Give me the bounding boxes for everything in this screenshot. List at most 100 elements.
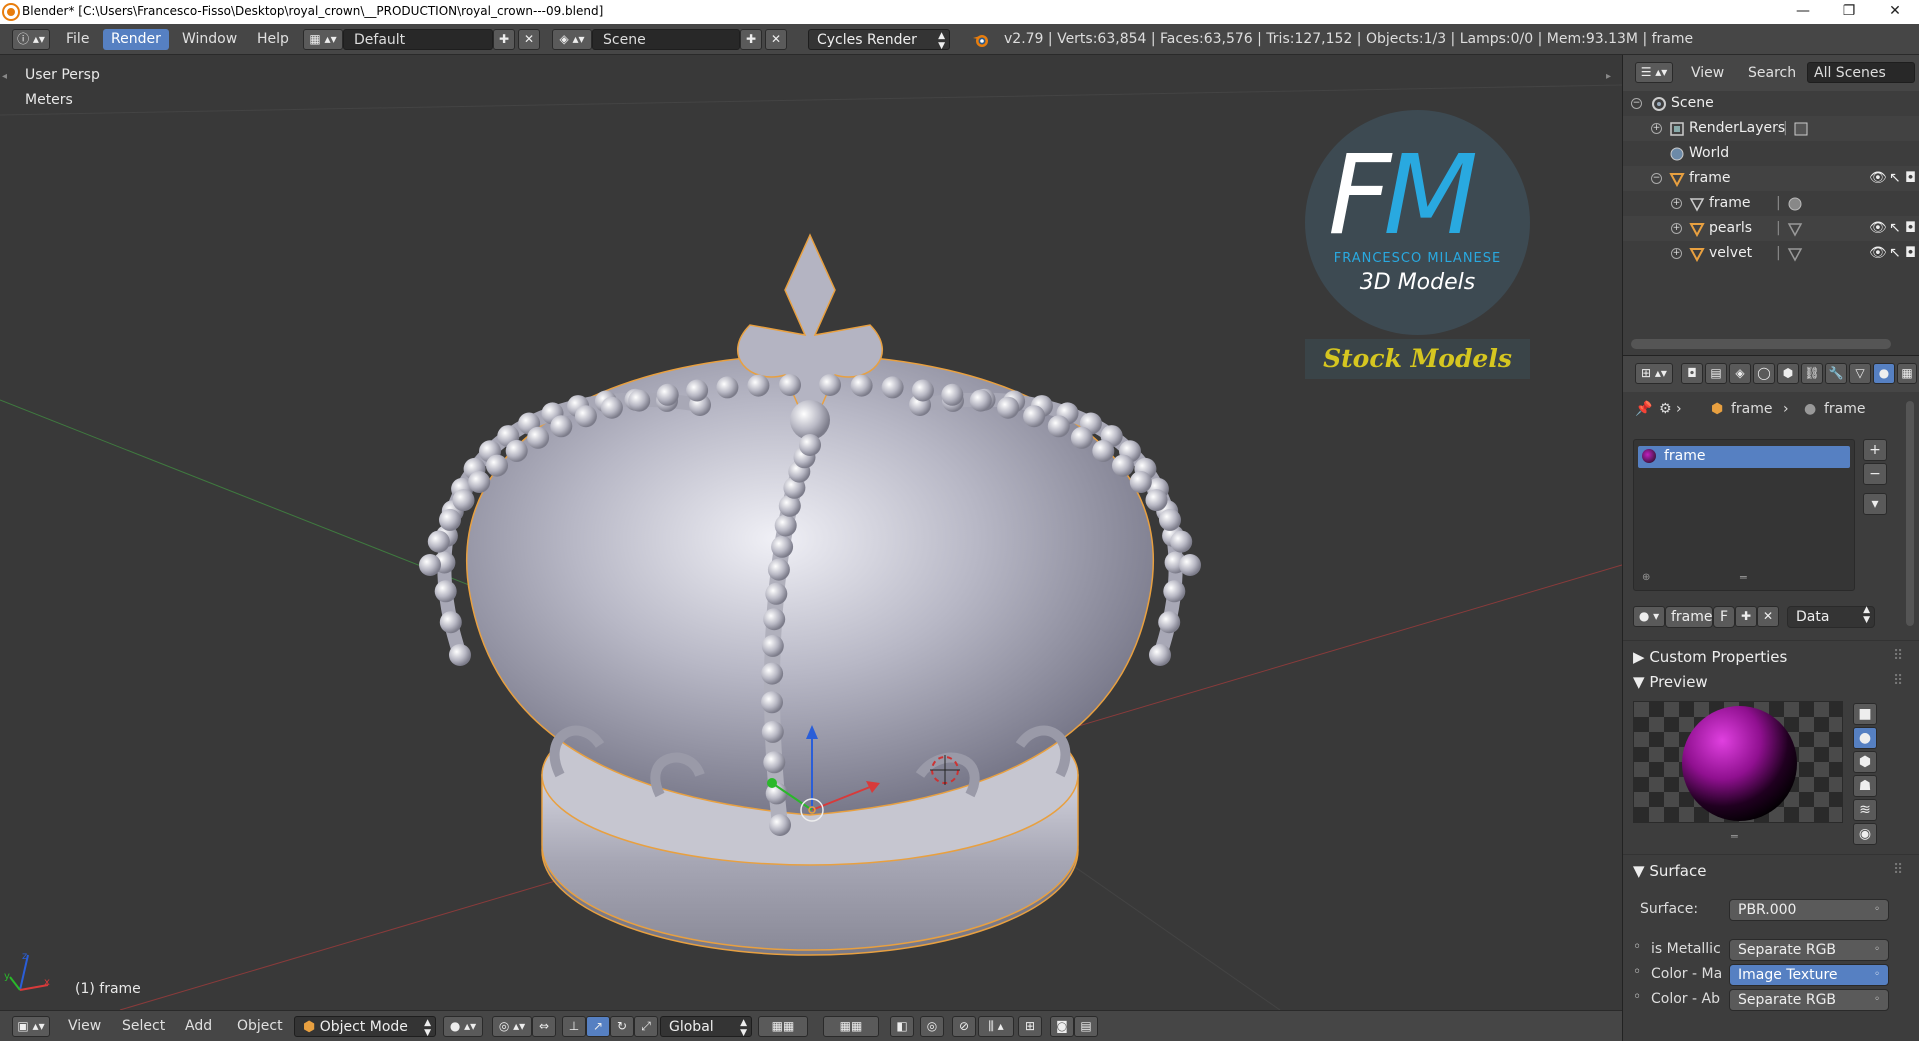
delete-scene-icon[interactable]: ✕ — [765, 29, 787, 50]
expand-icon[interactable]: + — [1671, 248, 1682, 259]
scale-icon[interactable]: ⤢ — [634, 1016, 658, 1037]
scene-field[interactable]: Scene — [592, 29, 740, 50]
rotate-icon[interactable]: ↻ — [610, 1016, 634, 1037]
corner-toggle-icon[interactable]: ▸ — [1606, 71, 1611, 82]
proportional-edit-icon[interactable]: ◎ — [920, 1016, 944, 1037]
remove-material-slot-button[interactable]: − — [1863, 463, 1887, 485]
material-specials-button[interactable]: ▾ — [1863, 493, 1887, 515]
corner-toggle-icon[interactable]: ◂ — [2, 71, 7, 82]
outliner-row-frame-object[interactable]: − frame 👁 ↖ ◘ — [1623, 166, 1919, 191]
panel-drag-handle-icon[interactable]: ⠿ — [1893, 862, 1903, 878]
render-engine-dropdown[interactable]: Cycles Render ▲ ▼ — [808, 29, 950, 51]
visibility-eye-icon[interactable]: 👁 — [1869, 216, 1887, 241]
editor-type-outliner-icon[interactable]: ☰ ▴▾ — [1635, 62, 1673, 83]
lock-layer-icon[interactable]: ◧ — [890, 1016, 914, 1037]
expand-icon[interactable]: + — [1671, 198, 1682, 209]
properties-scrollbar[interactable] — [1906, 401, 1914, 626]
close-button[interactable]: ✕ — [1872, 0, 1918, 24]
visibility-eye-icon[interactable]: 👁 — [1869, 166, 1887, 191]
outliner-scrollbar[interactable] — [1631, 339, 1891, 349]
selectable-cursor-icon[interactable]: ↖ — [1889, 216, 1901, 241]
screen-layout-icon[interactable]: ▦ ▴▾ — [303, 29, 343, 50]
maximize-button[interactable]: ❐ — [1826, 0, 1872, 24]
input-color-ma-field[interactable]: Image Texture ◦ — [1729, 964, 1889, 986]
menu-help[interactable]: Help — [249, 29, 297, 50]
texture-tab-icon[interactable]: ▦ — [1897, 363, 1917, 384]
selectable-cursor-icon[interactable]: ↖ — [1889, 166, 1901, 191]
material-tab-icon[interactable]: ● — [1873, 363, 1895, 384]
material-slot-row[interactable]: frame — [1638, 446, 1850, 468]
new-material-icon[interactable]: ✚ — [1735, 606, 1757, 627]
material-slots-list[interactable]: frame ⊕ ═ — [1633, 439, 1855, 591]
outliner-row-renderlayers[interactable]: + RenderLayers | — [1623, 116, 1919, 141]
manipulator-toggle-icon[interactable]: ⇔ — [532, 1016, 556, 1037]
browse-material-icon[interactable]: ● ▾ — [1633, 606, 1665, 627]
menu-view[interactable]: View — [60, 1016, 109, 1037]
input-color-ab-field[interactable]: Separate RGB ◦ — [1729, 989, 1889, 1011]
material-name-field[interactable]: frame — [1665, 606, 1713, 628]
visibility-eye-icon[interactable]: 👁 — [1869, 241, 1887, 266]
render-opengl-icon[interactable]: ◙ — [1050, 1016, 1074, 1037]
preview-monkey-icon[interactable]: ☗ — [1853, 775, 1877, 797]
surface-shader-field[interactable]: PBR.000 ◦ — [1729, 899, 1889, 921]
socket-dot-icon[interactable]: ◦ — [1633, 964, 1641, 980]
list-filter-icon[interactable]: ⊕ — [1642, 572, 1650, 583]
modifiers-tab-icon[interactable]: 🔧 — [1825, 363, 1847, 384]
menu-window[interactable]: Window — [174, 29, 245, 50]
preview-world-icon[interactable]: ◉ — [1853, 823, 1877, 845]
viewport-shading-icon[interactable]: ● ▴▾ — [443, 1016, 483, 1037]
mode-dropdown[interactable]: ⬢ Object Mode ▲ ▼ — [294, 1016, 436, 1038]
editor-type-3dview-icon[interactable]: ▣ ▴▾ — [12, 1016, 50, 1037]
manipulator-axes-icon[interactable]: ⊥ — [562, 1016, 586, 1037]
outliner-menu-view[interactable]: View — [1683, 63, 1732, 84]
list-resize-handle-icon[interactable]: ═ — [1740, 571, 1747, 584]
delete-layout-icon[interactable]: ✕ — [518, 29, 540, 50]
add-material-slot-button[interactable]: + — [1863, 439, 1887, 461]
crown-model[interactable] — [437, 233, 1183, 956]
selectable-cursor-icon[interactable]: ↖ — [1889, 241, 1901, 266]
pivot-point-icon[interactable]: ◎ ▴▾ — [492, 1016, 532, 1037]
preview-hair-icon[interactable]: ≋ — [1853, 799, 1877, 821]
outliner-row-velvet[interactable]: + velvet | 👁 ↖ ◘ — [1623, 241, 1919, 266]
preview-flat-icon[interactable]: ■ — [1853, 703, 1877, 725]
editor-type-info-icon[interactable]: ⓘ ▴▾ — [12, 29, 50, 50]
unlink-material-icon[interactable]: ✕ — [1757, 606, 1779, 627]
layers-grid-icon[interactable]: ▦▦ — [823, 1016, 879, 1037]
editor-type-properties-icon[interactable]: ⊞ ▴▾ — [1635, 363, 1673, 384]
outliner-menu-search[interactable]: Search — [1740, 63, 1804, 84]
custom-properties-panel-header[interactable]: ▶ Custom Properties — [1633, 648, 1787, 666]
data-tab-icon[interactable]: ▽ — [1849, 363, 1871, 384]
collapse-icon[interactable]: − — [1631, 98, 1642, 109]
render-camera-icon[interactable]: ◘ — [1905, 216, 1916, 241]
snap-target-icon[interactable]: ⊞ — [1018, 1016, 1042, 1037]
panel-drag-handle-icon[interactable]: ⠿ — [1893, 673, 1903, 689]
render-camera-icon[interactable]: ◘ — [1905, 241, 1916, 266]
snap-element-icon[interactable]: ⫼ ▴ — [978, 1016, 1014, 1037]
menu-select[interactable]: Select — [114, 1016, 173, 1037]
outliner-filter-dropdown[interactable]: All Scenes — [1807, 62, 1915, 83]
panel-drag-handle-icon[interactable]: ⠿ — [1893, 648, 1903, 664]
world-tab-icon[interactable]: ◯ — [1753, 363, 1775, 384]
menu-render[interactable]: Render — [103, 29, 169, 50]
render-tab-icon[interactable]: ◘ — [1681, 363, 1703, 384]
render-camera-icon[interactable]: ◘ — [1905, 166, 1916, 191]
collapse-icon[interactable]: − — [1651, 173, 1662, 184]
preview-panel-header[interactable]: ▼ Preview — [1633, 673, 1708, 691]
socket-dot-icon[interactable]: ◦ — [1633, 939, 1641, 955]
preview-resize-handle-icon[interactable]: ═ — [1731, 830, 1738, 843]
outliner-row-pearls[interactable]: + pearls | 👁 ↖ ◘ — [1623, 216, 1919, 241]
preview-sphere-icon[interactable]: ● — [1853, 727, 1877, 749]
menu-object[interactable]: Object — [229, 1016, 291, 1037]
add-layout-icon[interactable]: ✚ — [493, 29, 515, 50]
render-animation-icon[interactable]: ▤ — [1074, 1016, 1098, 1037]
expand-icon[interactable]: + — [1651, 123, 1662, 134]
menu-add[interactable]: Add — [177, 1016, 220, 1037]
preview-cube-icon[interactable]: ⬢ — [1853, 751, 1877, 773]
input-metallic-field[interactable]: Separate RGB ◦ — [1729, 939, 1889, 961]
expand-icon[interactable]: + — [1671, 223, 1682, 234]
screen-layout-field[interactable]: Default — [343, 29, 493, 50]
orientation-dropdown[interactable]: Global ▲ ▼ — [660, 1016, 752, 1038]
outliner-row-frame-mesh[interactable]: + frame | — [1623, 191, 1919, 216]
snap-icon[interactable]: ⊘ — [952, 1016, 976, 1037]
translate-icon[interactable]: ↗ — [586, 1016, 610, 1037]
